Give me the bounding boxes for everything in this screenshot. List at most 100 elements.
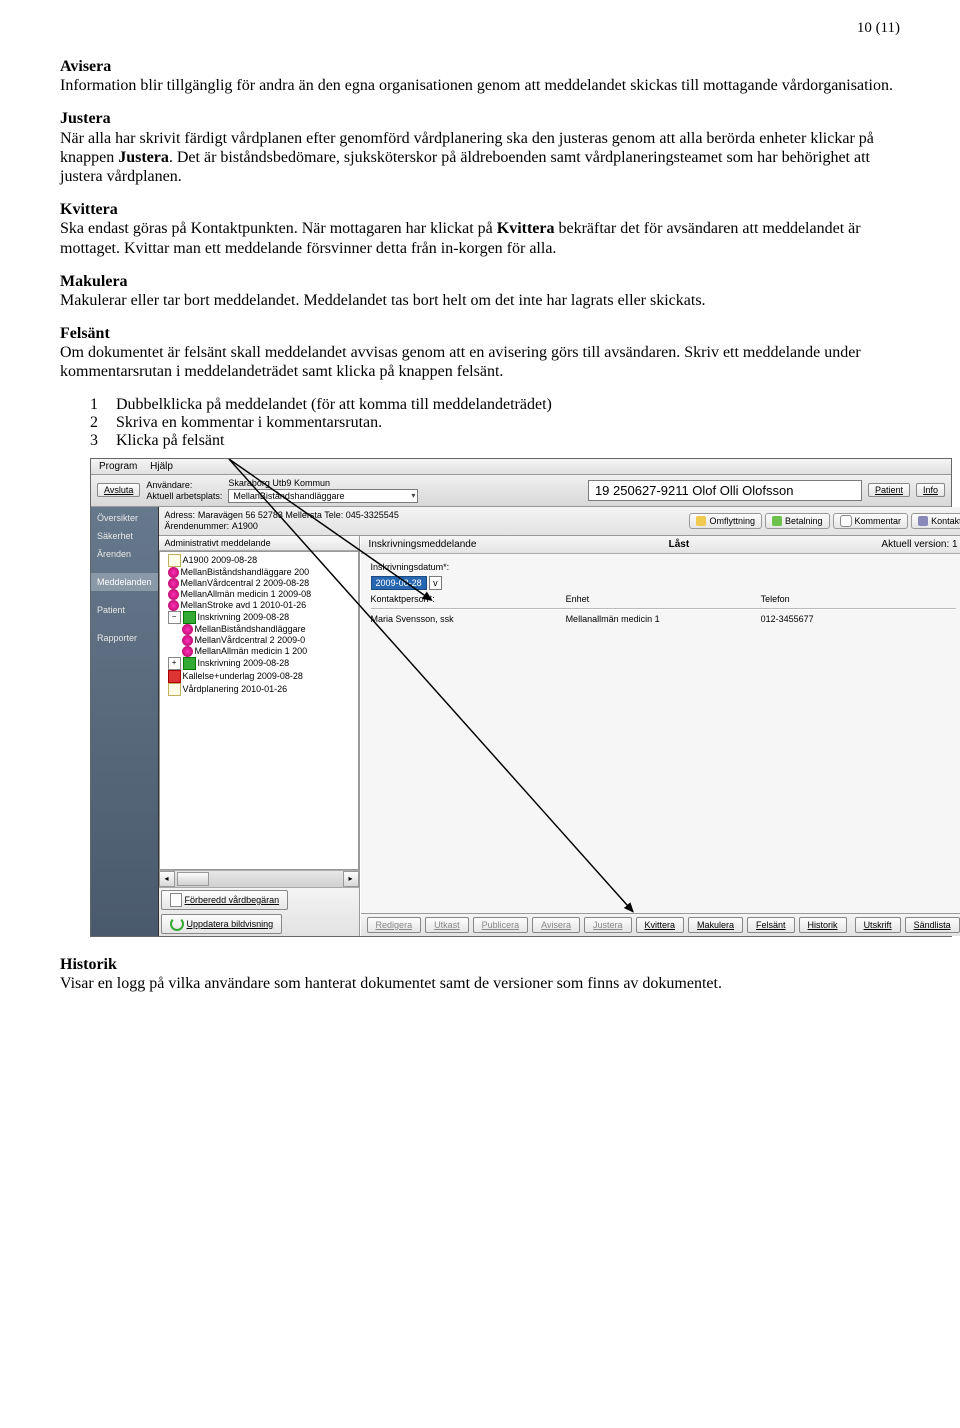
- makulera-button[interactable]: Makulera: [688, 917, 743, 933]
- menu-program[interactable]: Program: [99, 461, 137, 472]
- omflyttning-icon: [696, 516, 706, 526]
- refresh-icon: [170, 917, 184, 931]
- utskrift-button[interactable]: Utskrift: [855, 917, 901, 933]
- workplace-dropdown[interactable]: MellanBiståndshandläggare: [228, 489, 418, 503]
- scroll-left-icon[interactable]: ◂: [159, 871, 175, 887]
- doc-icon: [170, 893, 182, 907]
- kontakter-button[interactable]: Kontakter: [911, 513, 960, 529]
- address-value: Maravägen 56 52783 Mellersta Tele: 045-3…: [198, 510, 399, 520]
- kommentar-button[interactable]: Kommentar: [833, 513, 909, 529]
- people-icon: [168, 567, 179, 578]
- scroll-right-icon[interactable]: ▸: [343, 871, 359, 887]
- date-picker-button[interactable]: v: [429, 576, 442, 590]
- betalning-button[interactable]: Betalning: [765, 513, 830, 529]
- heading-avisera: Avisera: [60, 58, 111, 75]
- telefon-value: 012-3455677: [761, 614, 956, 624]
- kvittera-button[interactable]: Kvittera: [636, 917, 685, 933]
- forebered-button[interactable]: Förberedd vårdbegäran: [161, 890, 289, 910]
- alert-icon: [168, 670, 181, 683]
- step-1: Dubbelklicka på meddelandet (för att kom…: [116, 396, 552, 414]
- heading-justera: Justera: [60, 110, 111, 127]
- avisera-button[interactable]: Avisera: [532, 917, 580, 933]
- step-3: Klicka på felsänt: [116, 432, 224, 450]
- user-label: Användare:: [146, 480, 192, 490]
- redigera-button[interactable]: Redigera: [367, 917, 422, 933]
- locked-label: Låst: [669, 539, 690, 550]
- publicera-button[interactable]: Publicera: [473, 917, 529, 933]
- enhet-label: Enhet: [566, 594, 761, 604]
- section-historik: Historik Visar en logg på vilka användar…: [60, 955, 900, 993]
- info-button[interactable]: Info: [916, 483, 945, 497]
- felsant-button[interactable]: Felsänt: [747, 917, 795, 933]
- omflyttning-button[interactable]: Omflyttning: [689, 513, 762, 529]
- content-panel: Inskrivningsmeddelande Låst Aktuell vers…: [360, 536, 960, 936]
- nav-rapporter[interactable]: Rapporter: [91, 629, 158, 647]
- scroll-thumb[interactable]: [177, 872, 209, 886]
- tree-panel: Administrativt meddelande A1900 2009-08-…: [159, 536, 360, 936]
- caseno-value: A1900: [232, 521, 258, 531]
- app-screenshot: Program Hjälp Avsluta Användare: Aktuell…: [90, 458, 952, 937]
- body-makulera: Makulerar eller tar bort meddelandet. Me…: [60, 291, 900, 310]
- section-justera: Justera När alla har skrivit färdigt vår…: [60, 109, 900, 186]
- uppdatera-button[interactable]: Uppdatera bildvisning: [161, 914, 283, 934]
- nav-arenden[interactable]: Ärenden: [91, 545, 158, 563]
- people-icon: [182, 624, 193, 635]
- section-kvittera: Kvittera Ska endast göras på Kontaktpunk…: [60, 200, 900, 258]
- heading-kvittera: Kvittera: [60, 201, 118, 218]
- kontakt-value: Maria Svensson, ssk: [371, 614, 566, 624]
- heading-felsant: Felsänt: [60, 325, 110, 342]
- inskriv-date-field[interactable]: 2009-08-28: [371, 576, 427, 590]
- inskriv-label: Inskrivningsdatum*:: [371, 562, 956, 572]
- section-makulera: Makulera Makulerar eller tar bort meddel…: [60, 272, 900, 310]
- expand-icon[interactable]: +: [168, 657, 181, 670]
- avsluta-button[interactable]: Avsluta: [97, 483, 140, 497]
- top-bar: Avsluta Användare: Aktuell arbetsplats: …: [91, 475, 951, 507]
- sandlista-button[interactable]: Sändlista: [905, 917, 960, 933]
- utkast-button[interactable]: Utkast: [425, 917, 469, 933]
- user-value: Skaraborg Utb9 Kommun: [228, 478, 408, 488]
- kontakt-label: Kontaktperson*:: [371, 594, 566, 604]
- folder-icon: [183, 611, 196, 624]
- patient-display: 19 250627-9211 Olof Olli Olofsson: [588, 480, 862, 501]
- expand-icon[interactable]: −: [168, 611, 181, 624]
- caseno-label: Ärendenummer:: [165, 521, 230, 531]
- kontakter-icon: [918, 516, 928, 526]
- body-felsant: Om dokumentet är felsänt skall meddeland…: [60, 343, 900, 381]
- menu-help[interactable]: Hjälp: [150, 461, 173, 472]
- nav-sakerhet[interactable]: Säkerhet: [91, 527, 158, 545]
- address-label: Adress:: [165, 510, 196, 520]
- body-avisera: Information blir tillgänglig för andra ä…: [60, 76, 900, 95]
- kommentar-icon: [840, 515, 852, 527]
- telefon-label: Telefon: [761, 594, 956, 604]
- menu-bar: Program Hjälp: [91, 459, 951, 475]
- doc-icon: [168, 554, 181, 567]
- people-icon: [168, 578, 179, 589]
- section-felsant: Felsänt Om dokumentet är felsänt skall m…: [60, 324, 900, 382]
- felsant-steps: 1Dubbelklicka på meddelandet (för att ko…: [90, 396, 900, 450]
- nav-oversikter[interactable]: Översikter: [91, 509, 158, 527]
- body-justera: När alla har skrivit färdigt vårdplanen …: [60, 129, 900, 187]
- action-bar: Redigera Utkast Publicera Avisera Juster…: [361, 913, 960, 936]
- people-icon: [168, 600, 179, 611]
- heading-makulera: Makulera: [60, 273, 128, 290]
- nav-meddelanden[interactable]: Meddelanden: [91, 573, 158, 591]
- tree-tab[interactable]: Administrativt meddelande: [159, 536, 359, 551]
- heading-historik: Historik: [60, 956, 117, 973]
- info-bar: Adress: Maravägen 56 52783 Mellersta Tel…: [159, 507, 960, 536]
- version-label: Aktuell version: 1: [881, 539, 957, 550]
- section-avisera: Avisera Information blir tillgänglig för…: [60, 57, 900, 95]
- doc-icon: [168, 683, 181, 696]
- side-nav: Översikter Säkerhet Ärenden Meddelanden …: [91, 507, 159, 936]
- content-title: Inskrivningsmeddelande: [369, 539, 477, 550]
- message-tree[interactable]: A1900 2009-08-28 MellanBiståndshandlägga…: [159, 551, 359, 870]
- folder-icon: [183, 657, 196, 670]
- enhet-value: Mellanallmän medicin 1: [566, 614, 761, 624]
- people-icon: [168, 589, 179, 600]
- nav-patient[interactable]: Patient: [91, 601, 158, 619]
- people-icon: [182, 635, 193, 646]
- historik-button[interactable]: Historik: [799, 917, 847, 933]
- justera-button[interactable]: Justera: [584, 917, 632, 933]
- body-historik: Visar en logg på vilka användare som han…: [60, 974, 900, 993]
- patient-button[interactable]: Patient: [868, 483, 910, 497]
- tree-hscroll[interactable]: ◂ ▸: [159, 870, 359, 887]
